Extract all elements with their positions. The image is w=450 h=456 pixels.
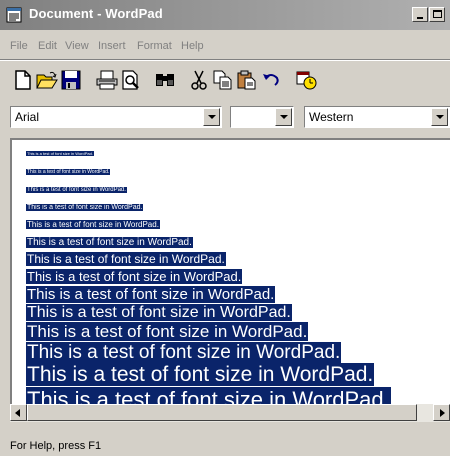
print-preview-button[interactable] <box>118 68 144 92</box>
document-line-text: This is a test of font size in WordPad. <box>26 269 243 284</box>
document-line: This is a test of font size in WordPad. <box>26 160 407 178</box>
menu-edit[interactable]: Edit <box>38 40 57 52</box>
menu-file[interactable]: File <box>10 40 28 52</box>
maximize-icon <box>433 10 442 18</box>
minimize-icon <box>417 17 423 19</box>
chevron-down-icon[interactable] <box>431 108 448 126</box>
document-line-text: This is a test of font size in WordPad. <box>26 286 276 303</box>
wordpad-window: Document - WordPad File Edit View Insert… <box>0 0 450 456</box>
document-line: This is a test of font size in WordPad. <box>26 214 407 232</box>
print-icon <box>96 70 118 90</box>
menu-help[interactable]: Help <box>181 40 204 52</box>
chevron-left-icon <box>15 409 20 417</box>
menu-view[interactable]: View <box>65 40 89 52</box>
document-line-text: This is a test of font size in WordPad. <box>26 204 144 211</box>
find-icon <box>156 74 174 86</box>
document-line: This is a test of font size in WordPad. <box>26 268 407 286</box>
print-button[interactable] <box>94 68 120 92</box>
font-name-combo[interactable]: Arial <box>10 106 222 128</box>
paste-icon <box>237 70 256 90</box>
cut-button[interactable] <box>186 68 212 92</box>
undo-button[interactable] <box>258 68 284 92</box>
document-line-text: This is a test of font size in WordPad. <box>26 342 342 363</box>
document-line: This is a test of font size in WordPad. <box>26 342 407 363</box>
chevron-down-icon[interactable] <box>275 108 292 126</box>
document-line-text: This is a test of font size in WordPad. <box>26 151 94 156</box>
toolbar <box>10 64 450 98</box>
document-line-text: This is a test of font size in WordPad. <box>26 220 160 229</box>
date-time-icon <box>296 71 317 90</box>
document-line: This is a test of font size in WordPad. <box>26 387 407 404</box>
menu-format[interactable]: Format <box>137 40 172 52</box>
undo-icon <box>263 74 279 86</box>
maximize-button[interactable] <box>429 7 445 22</box>
document-line-text: This is a test of font size in WordPad. <box>26 304 292 321</box>
document-line: This is a test of font size in WordPad. <box>26 142 407 160</box>
open-button[interactable] <box>34 68 60 92</box>
document-line: This is a test of font size in WordPad. <box>26 363 407 387</box>
scroll-thumb[interactable] <box>27 404 417 421</box>
document-line: This is a test of font size in WordPad. <box>26 196 407 214</box>
document-line: This is a test of font size in WordPad. <box>26 322 407 342</box>
document-line: This is a test of font size in WordPad. <box>26 304 407 322</box>
save-icon <box>61 70 81 90</box>
horizontal-scrollbar[interactable] <box>10 404 450 422</box>
print-preview-icon <box>122 70 139 90</box>
window-title: Document - WordPad <box>29 6 163 21</box>
minimize-button[interactable] <box>412 7 428 22</box>
document-line: This is a test of font size in WordPad. <box>26 232 407 250</box>
wordpad-icon <box>6 7 22 23</box>
script-combo[interactable]: Western <box>304 106 450 128</box>
cut-icon <box>191 70 207 90</box>
document-line-text: This is a test of font size in WordPad. <box>26 252 226 266</box>
document-area[interactable]: This is a test of font size in WordPad. T… <box>10 138 450 404</box>
document-line-text: This is a test of font size in WordPad. <box>26 237 193 248</box>
menu-bar: File Edit View Insert Format Help <box>0 36 450 56</box>
date-time-button[interactable] <box>294 68 320 92</box>
menu-insert[interactable]: Insert <box>98 40 126 52</box>
status-bar: For Help, press F1 <box>0 426 450 456</box>
document-line: This is a test of font size in WordPad. <box>26 250 407 268</box>
chevron-down-icon[interactable] <box>203 108 220 126</box>
title-bar[interactable]: Document - WordPad <box>0 0 450 30</box>
script-value: Western <box>309 110 354 124</box>
document-line-text: This is a test of font size in WordPad. <box>26 322 309 341</box>
document-line: This is a test of font size in WordPad. <box>26 178 407 196</box>
chevron-right-icon <box>440 409 445 417</box>
document-line-text: This is a test of font size in WordPad. <box>26 169 111 175</box>
copy-button[interactable] <box>210 68 236 92</box>
copy-icon <box>213 70 232 90</box>
font-name-value: Arial <box>15 110 40 124</box>
new-button[interactable] <box>10 68 36 92</box>
font-size-combo[interactable] <box>230 106 294 128</box>
paste-button[interactable] <box>234 68 260 92</box>
document-line-text: This is a test of font size in WordPad. <box>26 387 391 404</box>
find-button[interactable] <box>152 68 178 92</box>
scroll-right-button[interactable] <box>433 404 450 421</box>
open-icon <box>36 71 58 89</box>
document-line-text: This is a test of font size in WordPad. <box>26 363 375 386</box>
document-text[interactable]: This is a test of font size in WordPad. T… <box>26 142 407 404</box>
document-line: This is a test of font size in WordPad. <box>26 286 407 304</box>
new-icon <box>15 70 31 90</box>
format-bar: Arial Western <box>0 104 450 130</box>
save-button[interactable] <box>58 68 84 92</box>
document-line-text: This is a test of font size in WordPad. <box>26 187 127 193</box>
status-text: For Help, press F1 <box>10 440 102 452</box>
scroll-left-button[interactable] <box>10 404 27 421</box>
